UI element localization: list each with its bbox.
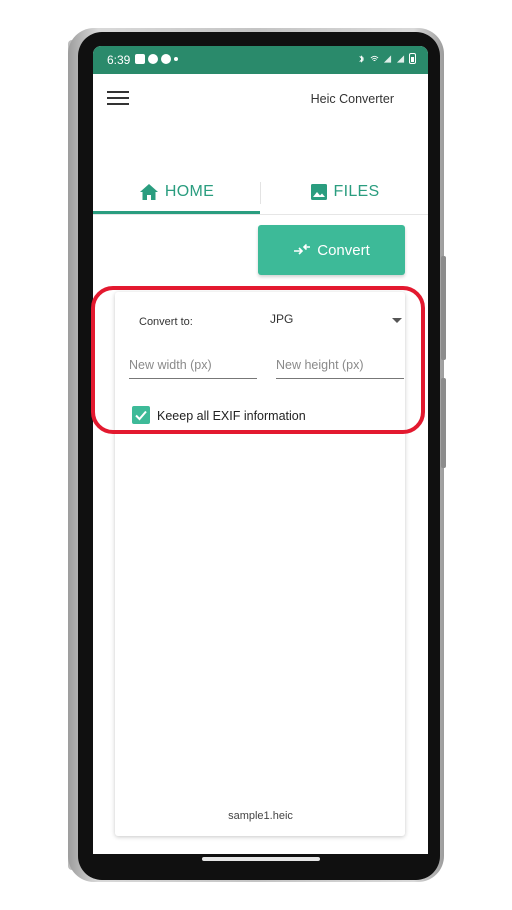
signal-icon: [383, 54, 392, 63]
home-icon: [139, 184, 158, 200]
bluetooth-icon: [359, 54, 364, 63]
dropdown-arrow-icon: [392, 318, 402, 323]
format-selected-value: JPG: [270, 312, 294, 326]
convert-button-label: Convert: [317, 241, 370, 259]
width-input[interactable]: [129, 358, 257, 372]
signal-icon: [396, 54, 405, 63]
tab-bar: HOME FILES: [93, 170, 428, 215]
more-notifications-dot-icon: [174, 57, 178, 61]
height-field[interactable]: [276, 354, 404, 379]
phone-side-button: [441, 256, 446, 360]
swap-arrows-icon: [294, 244, 311, 255]
tab-home[interactable]: HOME: [93, 170, 260, 214]
tab-files[interactable]: FILES: [261, 170, 428, 214]
width-field[interactable]: [129, 354, 257, 379]
convert-button[interactable]: Convert: [258, 225, 405, 275]
checkmark-icon: [135, 410, 147, 421]
status-time: 6:39: [107, 53, 131, 67]
convert-to-label: Convert to:: [139, 316, 193, 328]
exif-label: Keeep all EXIF information: [157, 409, 306, 423]
tab-home-label: HOME: [164, 183, 215, 200]
phone-side-button: [441, 378, 446, 468]
format-dropdown[interactable]: JPG: [268, 308, 406, 330]
tab-bar-divider: [93, 214, 428, 215]
height-input[interactable]: [276, 358, 404, 372]
menu-icon[interactable]: [107, 91, 129, 107]
notification-icons: [135, 54, 178, 64]
messenger-notification-icon: [148, 54, 158, 64]
app-bar: Heic Converter: [93, 74, 428, 124]
status-bar: 6:39: [93, 46, 428, 74]
tab-files-label: FILES: [333, 183, 380, 200]
app-title: Heic Converter: [310, 92, 394, 106]
home-gesture-bar[interactable]: [202, 857, 320, 861]
wifi-icon: [370, 55, 379, 61]
exif-checkbox[interactable]: [132, 406, 150, 424]
gallery-notification-icon: [135, 54, 145, 64]
file-name: sample1.heic: [228, 810, 293, 822]
phone-screen: 6:39 Heic Converter HOME FILES Convert C…: [93, 46, 428, 854]
system-icons: [357, 53, 416, 64]
settings-notification-icon: [161, 54, 171, 64]
image-icon: [310, 184, 327, 200]
battery-icon: [409, 53, 416, 64]
